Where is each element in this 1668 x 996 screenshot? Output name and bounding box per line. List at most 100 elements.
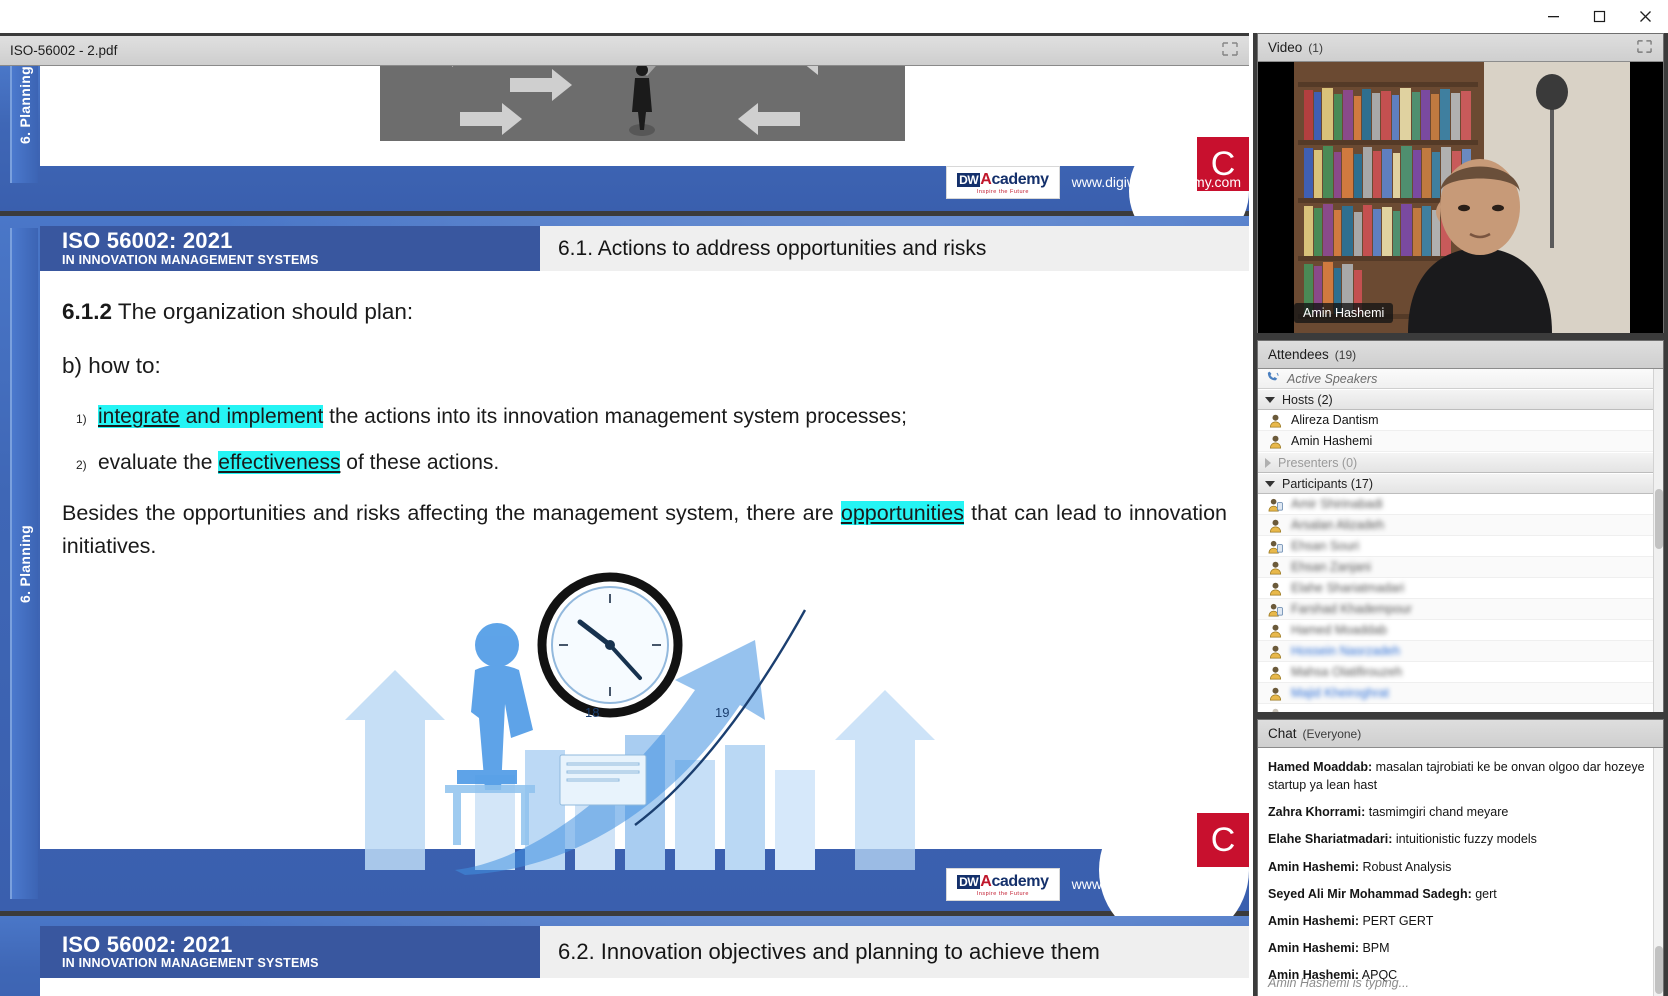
person-screen-icon: [1268, 497, 1283, 512]
attendee-name: Alireza Dantism: [1291, 413, 1379, 427]
chevron-right-icon[interactable]: [1265, 457, 1271, 468]
highlight-integrate: integrate: [98, 405, 180, 428]
list-item[interactable]: Mahsa Olatifirouzeh: [1258, 662, 1663, 683]
group-header-presenters[interactable]: Presenters (0): [1258, 452, 1663, 473]
slide-illustration: 18 19: [62, 570, 1227, 880]
paragraph-before: Besides the opportunities and risks affe…: [62, 501, 841, 525]
attendees-list[interactable]: Active Speakers Hosts (2) Alireza Dantis…: [1258, 369, 1663, 712]
list-item-number: 1): [76, 412, 87, 426]
chat-text: Robust Analysis: [1359, 859, 1452, 874]
slide-sheet: ISO 56002: 2021 IN INNOVATION MANAGEMENT…: [40, 226, 1249, 875]
clause-items: 1) integrate and implement the actions i…: [62, 405, 1227, 475]
slide-body: 6.1.2 The organization should plan: b) h…: [40, 271, 1249, 890]
minimize-button[interactable]: [1530, 0, 1576, 33]
group-header-participants[interactable]: Participants (17): [1258, 473, 1663, 494]
chat-scrollbar[interactable]: [1653, 748, 1663, 996]
chat-author: Amin Hashemi:: [1268, 913, 1359, 928]
chat-author: Seyed Ali Mir Mohammad Sadegh:: [1268, 886, 1472, 901]
list-item-text: integrate and implement the actions into…: [98, 405, 907, 429]
list-item[interactable]: Hossein Nasrzadeh: [1258, 641, 1663, 662]
window-title-bar: [0, 0, 1668, 33]
pdf-scroll-area[interactable]: 6. Planning C DW Academy Inspire the Fut…: [0, 66, 1249, 996]
expand-icon[interactable]: [1636, 39, 1653, 57]
attendees-scrollbar[interactable]: [1653, 369, 1663, 712]
attendee-name: Majid Kheiroghrat: [1291, 686, 1389, 700]
list-item[interactable]: Amin Hashemi: [1258, 431, 1663, 452]
slide-next: ISO 56002: 2021 IN INNOVATION MANAGEMENT…: [0, 916, 1249, 996]
video-stage[interactable]: Amin Hashemi: [1258, 62, 1663, 333]
chat-message: Amin Hashemi: Robust Analysis: [1268, 858, 1653, 876]
expand-icon[interactable]: [1221, 41, 1239, 60]
slide-photo: [40, 66, 1249, 166]
highlight-opportunities: opportunities: [840, 501, 964, 525]
chevron-down-icon[interactable]: [1265, 480, 1275, 487]
attendee-name: Amir Shirinabadi: [1291, 497, 1383, 511]
video-panel: Video (1) Amin Hashemi: [1257, 33, 1664, 333]
slide-side-tab: 6. Planning: [10, 228, 38, 899]
slide-title-bar: ISO 56002: 2021 IN INNOVATION MANAGEMENT…: [40, 926, 1249, 978]
side-tab-label: 6. Planning: [17, 524, 33, 603]
meeting-window: ISO-56002 - 2.pdf 6. Planning C DW Acade…: [0, 0, 1668, 996]
list-item[interactable]: Majid Kheiroghrat: [1258, 683, 1663, 704]
list-item[interactable]: Arsalan Alizadeh: [1258, 515, 1663, 536]
list-item-number: 2): [76, 458, 87, 472]
chat-author: Zahra Khorrami:: [1268, 805, 1366, 820]
chevron-down-icon[interactable]: [1265, 396, 1275, 403]
attendees-scrollbar-thumb[interactable]: [1655, 489, 1663, 549]
iso-badge: ISO 56002: 2021 IN INNOVATION MANAGEMENT…: [40, 226, 540, 271]
academy-logo: DW Academy Inspire the Future: [946, 165, 1060, 199]
slide-red-mark: C: [1197, 813, 1249, 867]
slide-current: 6. Planning ISO 56002: 2021 IN INNOVATIO…: [0, 216, 1249, 945]
person-icon: [1268, 560, 1283, 575]
attendee-name: Mahsa Olatifirouzeh: [1291, 665, 1403, 679]
list-item[interactable]: Ehsan Souri: [1258, 536, 1663, 557]
clause-number: 6.1.2: [62, 299, 113, 324]
phone-icon: [1266, 371, 1280, 386]
list-item[interactable]: Farshad Khadempour: [1258, 599, 1663, 620]
academy-logo-tagline: Inspire the Future: [976, 188, 1029, 195]
list-item[interactable]: Elahe Shariatmadari: [1258, 578, 1663, 599]
list-item[interactable]: Alireza Dantism: [1258, 410, 1663, 431]
chat-message-list[interactable]: Hamed Moaddab: masalan tajrobiati ke be …: [1258, 748, 1663, 996]
video-panel-header: Video (1): [1258, 34, 1663, 62]
attendee-name: Ehsan Zanjani: [1291, 560, 1371, 574]
iso-badge: ISO 56002: 2021 IN INNOVATION MANAGEMENT…: [40, 926, 540, 978]
slide-deck: 6. Planning C DW Academy Inspire the Fut…: [0, 66, 1249, 996]
chat-message: Zahra Khorrami: tasmimgiri chand meyare: [1268, 803, 1653, 821]
group-label: Presenters (0): [1278, 455, 1358, 470]
attendees-count: (19): [1334, 347, 1357, 362]
person-icon: [1268, 413, 1283, 428]
list-item: 2) evaluate the effectiveness of these a…: [62, 451, 1227, 475]
slide-footer: DW Academy Inspire the Future www.digiwis…: [946, 867, 1241, 901]
slide-footer: DW Academy Inspire the Future www.digiwis…: [946, 165, 1241, 199]
list-item: 1) integrate and implement the actions i…: [62, 405, 1227, 429]
person-icon: [1268, 581, 1283, 596]
chat-text: PERT GERT: [1359, 913, 1434, 928]
chat-scrollbar-thumb[interactable]: [1655, 946, 1663, 994]
list-item[interactable]: Hamed Moaddab: [1258, 620, 1663, 641]
chat-text: gert: [1471, 886, 1497, 901]
chat-author: Amin Hashemi:: [1268, 940, 1359, 955]
person-icon: [1268, 518, 1283, 533]
list-item-text: evaluate the effectiveness of these acti…: [98, 451, 499, 475]
side-tab-label: 6. Planning: [17, 66, 33, 144]
chat-panel: Chat (Everyone) Hamed Moaddab: masalan t…: [1257, 719, 1664, 996]
group-label: Hosts (2): [1282, 392, 1333, 407]
group-header-hosts[interactable]: Hosts (2): [1258, 389, 1663, 410]
list-item-rest: the actions into its innovation manageme…: [323, 405, 907, 428]
clause-line: 6.1.2 The organization should plan:: [62, 299, 1227, 325]
academy-logo: DW Academy Inspire the Future: [946, 867, 1060, 901]
person-screen-icon: [1268, 539, 1283, 554]
active-speakers-row: Active Speakers: [1258, 369, 1663, 389]
list-item[interactable]: Ehsan Zanjani: [1258, 557, 1663, 578]
video-panel-title: Video: [1268, 40, 1303, 55]
list-item[interactable]: Amir Shirinabadi: [1258, 494, 1663, 515]
attendee-name: Ehsan Souri: [1291, 539, 1360, 553]
maximize-button[interactable]: [1576, 0, 1622, 33]
list-item[interactable]: [1258, 704, 1663, 712]
attendee-name: Farshad Khadempour: [1291, 602, 1412, 616]
arrows-photo-illustration: [380, 66, 905, 141]
iso-title: ISO 56002: 2021: [62, 228, 233, 254]
list-item-rest: of these actions.: [340, 451, 500, 474]
close-button[interactable]: [1622, 0, 1668, 33]
